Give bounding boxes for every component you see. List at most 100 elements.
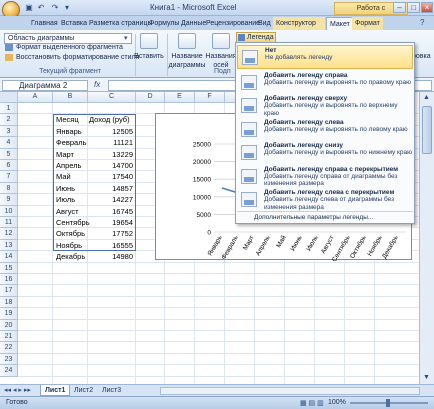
close-icon[interactable]: × xyxy=(421,2,433,13)
y-tick-label: 25000 xyxy=(193,142,211,149)
row-header-22[interactable]: 22 xyxy=(0,342,18,354)
maximize-icon[interactable]: □ xyxy=(407,2,420,13)
legend-option-0[interactable]: Нет Не добавлять легенду xyxy=(237,45,413,69)
select-all-corner[interactable] xyxy=(0,92,18,103)
scroll-up-icon[interactable]: ▲ xyxy=(423,94,430,101)
y-tick-label: 10000 xyxy=(193,194,211,201)
y-tick-label: 5000 xyxy=(197,212,212,219)
tab-layout[interactable]: Макет xyxy=(326,17,354,30)
reset-style-button[interactable]: Восстановить форматирование стиля xyxy=(16,53,139,62)
chevron-down-icon[interactable]: ▾ xyxy=(124,34,128,42)
row-header-20[interactable]: 20 xyxy=(0,319,18,331)
more-legend-options[interactable]: Дополнительные параметры легенды... xyxy=(254,214,373,221)
legend-option-title: Добавить легенду слева с перекрытием xyxy=(264,189,395,196)
name-box[interactable]: Диаграмма 2 xyxy=(2,80,88,91)
help-icon[interactable]: ? xyxy=(420,18,424,27)
column-header-b[interactable]: B xyxy=(53,92,88,103)
column-header-c[interactable]: C xyxy=(88,92,136,103)
column-header-a[interactable]: A xyxy=(18,92,53,103)
insert-button[interactable]: Вставить xyxy=(133,52,165,61)
legend-option-icon xyxy=(241,98,257,113)
grid-line xyxy=(18,375,419,377)
legend-option-title: Добавить легенду слева xyxy=(264,118,344,126)
legend-option-2[interactable]: Добавить легенду сверху Добавить легенду … xyxy=(237,94,413,118)
zoom-slider-thumb[interactable] xyxy=(386,399,390,407)
value-cell[interactable]: 14980 xyxy=(89,251,136,262)
row-header-21[interactable]: 21 xyxy=(0,331,18,343)
legend-option-icon xyxy=(241,192,257,207)
month-cell[interactable]: Декабрь xyxy=(56,251,88,262)
view-buttons[interactable]: ▦ ▤ ▥ xyxy=(300,399,324,407)
undo-icon[interactable]: ↶ xyxy=(36,3,46,13)
x-tick-label: Октябрь xyxy=(348,233,368,259)
save-icon[interactable]: ▣ xyxy=(24,3,34,13)
sheet-tab-2[interactable]: Лист2 xyxy=(70,385,97,396)
legend-option-title: Добавить легенду снизу xyxy=(264,142,344,149)
sheet-nav-icons[interactable]: ◂◂ ◂ ▸ ▸▸ xyxy=(4,386,31,394)
legend-option-icon-mark xyxy=(244,176,254,182)
row-header-16[interactable]: 16 xyxy=(0,274,18,286)
vertical-scrollbar[interactable]: ▲ ▼ xyxy=(419,92,434,384)
row-header-23[interactable]: 23 xyxy=(0,353,18,366)
format-selection-button[interactable]: Формат выделенного фрагмента xyxy=(16,43,123,52)
horizontal-scrollbar[interactable] xyxy=(160,387,420,395)
tab-format[interactable]: Формат xyxy=(352,17,383,30)
zoom-level[interactable]: 100% xyxy=(328,399,346,406)
column-header-e[interactable]: E xyxy=(165,92,195,103)
column-header-f[interactable]: F xyxy=(195,92,225,103)
fx-icon[interactable]: fx xyxy=(94,80,100,89)
status-ready: Готово xyxy=(6,399,28,406)
legend-option-6[interactable]: Добавить легенду слева с перекрытием Доба… xyxy=(237,188,413,212)
row-header-6[interactable]: 6 xyxy=(0,160,18,172)
row-header-3[interactable]: 3 xyxy=(0,125,18,138)
row-header-7[interactable]: 7 xyxy=(0,171,18,183)
legend-option-description: Добавить легенду и выровнять по верхнему… xyxy=(264,102,398,117)
row-header-1[interactable]: 1 xyxy=(0,103,18,115)
y-tick-label: 20000 xyxy=(193,159,211,166)
x-tick-label: Июль xyxy=(305,234,320,252)
tab-view[interactable]: Вид xyxy=(255,17,274,30)
legend-option-icon-mark xyxy=(244,153,254,158)
scroll-down-icon[interactable]: ▼ xyxy=(423,374,430,381)
row-header-10[interactable]: 10 xyxy=(0,205,18,217)
customize-qat-icon[interactable]: ▾ xyxy=(62,3,72,13)
scroll-thumb[interactable] xyxy=(422,106,432,154)
minimize-icon[interactable]: – xyxy=(393,2,406,13)
row-header-14[interactable]: 14 xyxy=(0,251,18,263)
chart-title-label-1: Название xyxy=(171,53,203,60)
row-header-17[interactable]: 17 xyxy=(0,285,18,297)
legend-option-description: Добавить легенду справа от диаграммы без… xyxy=(264,172,398,188)
chart-title-button[interactable]: Название диаграммы xyxy=(168,52,206,70)
row-header-15[interactable]: 15 xyxy=(0,262,18,274)
row-header-19[interactable]: 19 xyxy=(0,308,18,320)
row-header-13[interactable]: 13 xyxy=(0,239,18,252)
row-header-18[interactable]: 18 xyxy=(0,296,18,309)
legend-option-5[interactable]: Добавить легенду справа с перекрытием Доб… xyxy=(237,165,413,189)
tab-design[interactable]: Конструктор xyxy=(273,17,325,30)
legend-option-icon xyxy=(241,74,257,90)
sheet-tab-3[interactable]: Лист3 xyxy=(98,385,125,396)
row-header-4[interactable]: 4 xyxy=(0,137,18,149)
redo-icon[interactable]: ↷ xyxy=(50,3,60,13)
row-header-11[interactable]: 11 xyxy=(0,217,18,229)
tab-formulas[interactable]: Формулы xyxy=(146,17,182,30)
legend-option-icon xyxy=(241,121,257,137)
row-header-9[interactable]: 9 xyxy=(0,194,18,206)
row-header-12[interactable]: 12 xyxy=(0,228,18,240)
axis-titles-label-1: Названия xyxy=(205,53,237,60)
tab-home[interactable]: Главная xyxy=(28,17,61,30)
partial-button-label: ровка xyxy=(412,53,431,60)
sheet-tab-1[interactable]: Лист1 xyxy=(40,385,71,396)
legend-option-1[interactable]: Добавить легенду справа Добавить легенду … xyxy=(237,71,413,95)
chart-elements-dropdown[interactable]: Область диаграммы xyxy=(4,33,132,44)
row-header-8[interactable]: 8 xyxy=(0,182,18,195)
grid-line xyxy=(18,318,419,320)
legend-option-3[interactable]: Добавить легенду слева Добавить легенду и… xyxy=(237,118,413,142)
legend-option-4[interactable]: Добавить легенду снизу Добавить легенду и… xyxy=(237,141,413,165)
row-header-2[interactable]: 2 xyxy=(0,114,18,126)
grid-line xyxy=(18,364,419,366)
row-header-5[interactable]: 5 xyxy=(0,148,18,160)
row-header-24[interactable]: 24 xyxy=(0,365,18,377)
legend-icon xyxy=(238,34,245,41)
column-header-d[interactable]: D xyxy=(136,92,165,103)
